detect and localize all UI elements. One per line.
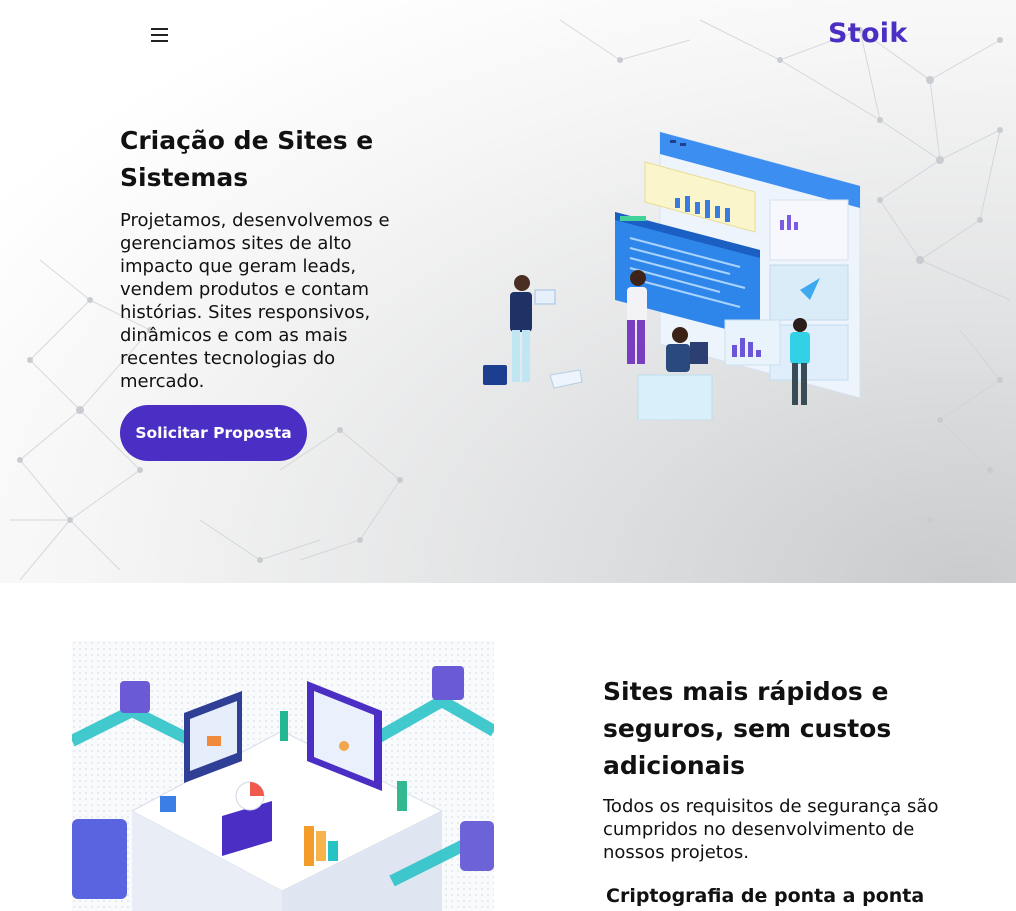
hero-section: Stoik Criação de Sites e Sistemas Projet… <box>0 0 1016 583</box>
menu-icon[interactable] <box>150 26 170 44</box>
request-proposal-button[interactable]: Solicitar Proposta <box>120 405 307 461</box>
web-team-illustration <box>483 131 861 420</box>
section-description: Todos os requisitos de segurança são cum… <box>603 796 939 863</box>
brand-logo[interactable]: Stoik <box>828 18 908 49</box>
hero-title: Criação de Sites e Sistemas <box>120 126 374 192</box>
section-title: Sites mais rápidos e seguros, sem custos… <box>603 677 892 780</box>
section-subheading: Criptografia de ponta a ponta <box>606 885 925 907</box>
hero-description: Projetamos, desenvolvemos e gerenciamos … <box>120 210 390 392</box>
data-center-illustration <box>72 641 494 911</box>
